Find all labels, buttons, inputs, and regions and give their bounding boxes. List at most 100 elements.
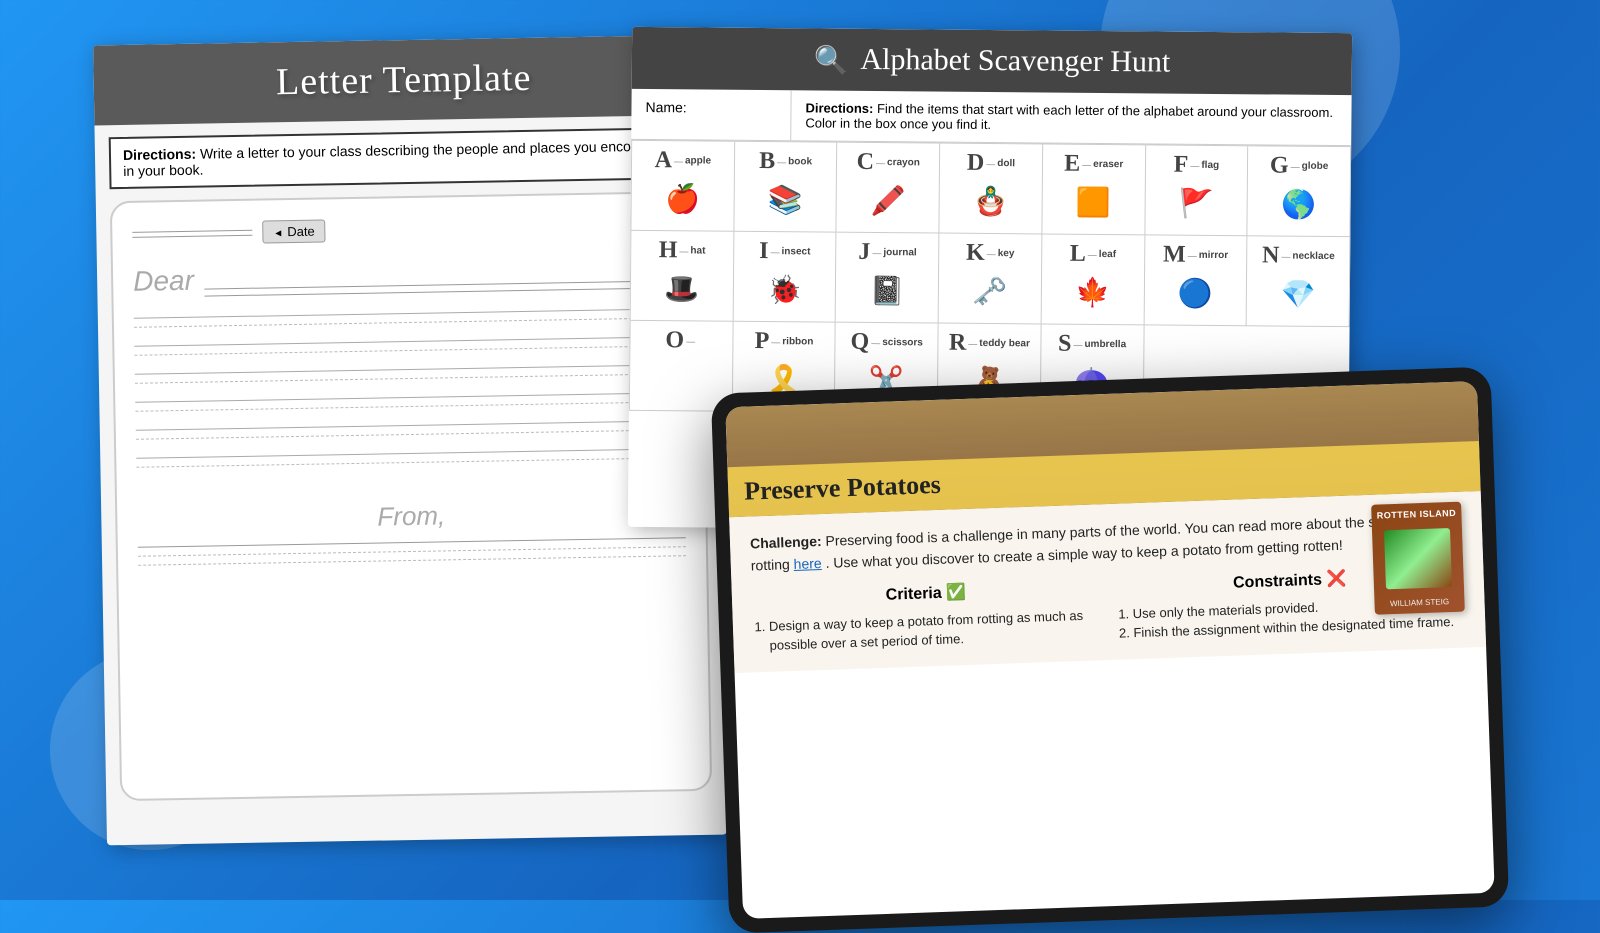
big-letter: R bbox=[949, 330, 967, 357]
dear-underline-2 bbox=[204, 287, 681, 296]
date-line-2 bbox=[132, 234, 252, 237]
item-icon: 🟧 bbox=[1076, 186, 1111, 219]
alpha-letter-row: B — book bbox=[759, 148, 812, 175]
scavenger-directions-label: Directions: bbox=[805, 100, 873, 116]
letter-directions: Directions: Write a letter to your class… bbox=[109, 127, 702, 189]
letter-template-header: Letter Template bbox=[93, 35, 714, 126]
alpha-letter-row: L — leaf bbox=[1070, 241, 1116, 268]
dear-line: Dear bbox=[133, 256, 681, 298]
item-name: scissors bbox=[882, 337, 923, 348]
item-name: eraser bbox=[1093, 159, 1123, 170]
scavenger-name-row: Name: Directions: Find the items that st… bbox=[631, 89, 1351, 146]
date-label: Date bbox=[262, 219, 326, 243]
big-letter: G bbox=[1270, 152, 1289, 179]
big-letter: M bbox=[1163, 242, 1186, 269]
book-author: WILLIAM STEIG bbox=[1390, 597, 1449, 608]
alpha-cell-C: C — crayon 🖍️ bbox=[837, 143, 941, 234]
big-letter: L bbox=[1070, 241, 1086, 268]
alpha-cell-O: O — bbox=[630, 321, 733, 412]
date-lines bbox=[132, 229, 252, 237]
alpha-letter-row: A — apple bbox=[655, 147, 712, 174]
alpha-letter-row: Q — scissors bbox=[850, 329, 922, 357]
item-icon: 📓 bbox=[870, 274, 905, 307]
letter-template-title: Letter Template bbox=[113, 53, 694, 107]
item-name: crayon bbox=[887, 157, 920, 168]
challenge-link[interactable]: here bbox=[793, 555, 822, 572]
item-icon: 🖍️ bbox=[870, 184, 905, 217]
alpha-letter-row: P — ribbon bbox=[755, 328, 814, 356]
challenge-label: Challenge: bbox=[750, 533, 822, 551]
writing-line-6 bbox=[136, 448, 684, 468]
alpha-letter-row: D — doll bbox=[967, 150, 1015, 177]
alpha-cell-G: G — globe 🌎 bbox=[1248, 146, 1352, 237]
big-letter: H bbox=[659, 237, 678, 264]
alpha-letter-row: C — crayon bbox=[857, 149, 920, 177]
date-line-1 bbox=[132, 229, 252, 232]
alpha-letter-row: H — hat bbox=[659, 237, 706, 264]
alpha-cell-M: M — mirror 🔵 bbox=[1144, 235, 1248, 326]
writing-line-5 bbox=[136, 420, 684, 440]
alpha-letter-row: E — eraser bbox=[1064, 151, 1123, 179]
big-letter: C bbox=[857, 149, 875, 176]
dear-text: Dear bbox=[133, 265, 194, 298]
tablet-device: Preserve Potatoes Challenge: Preserving … bbox=[711, 367, 1509, 933]
from-section: From, bbox=[137, 496, 686, 566]
item-name: book bbox=[788, 156, 812, 167]
scavenger-header: 🔍 Alphabet Scavenger Hunt bbox=[632, 27, 1353, 95]
writing-line-1 bbox=[134, 308, 682, 328]
letter-directions-text: Write a letter to your class describing … bbox=[123, 137, 678, 179]
item-name: journal bbox=[883, 247, 916, 258]
item-icon: 🪆 bbox=[973, 185, 1008, 218]
alpha-letter-row: F — flag bbox=[1174, 152, 1220, 179]
item-icon: 🔵 bbox=[1178, 277, 1213, 310]
writing-lines bbox=[134, 308, 685, 486]
criteria-list: Design a way to keep a potato from rotti… bbox=[753, 605, 1102, 656]
alpha-cell-H: H — hat 🎩 bbox=[631, 231, 734, 322]
big-letter: J bbox=[858, 239, 870, 266]
name-label: Name: bbox=[645, 99, 686, 115]
book-cover: ROTTEN ISLAND WILLIAM STEIG bbox=[1371, 502, 1465, 615]
item-name: leaf bbox=[1099, 249, 1116, 260]
big-letter: N bbox=[1262, 242, 1280, 269]
scavenger-directions-text: Find the items that start with each lett… bbox=[805, 101, 1333, 132]
item-icon: 🚩 bbox=[1179, 187, 1214, 220]
item-name: umbrella bbox=[1084, 339, 1126, 350]
item-name: globe bbox=[1302, 161, 1329, 172]
alpha-cell-A: A — apple 🍎 bbox=[631, 141, 734, 232]
big-letter: I bbox=[759, 238, 769, 265]
item-name: teddy bear bbox=[979, 338, 1030, 349]
item-name: apple bbox=[685, 155, 711, 166]
alpha-letter-row: R — teddy bear bbox=[949, 330, 1030, 358]
alpha-letter-row: G — globe bbox=[1270, 152, 1329, 180]
alpha-cell-L: L — leaf 🍁 bbox=[1041, 234, 1145, 325]
name-box: Name: bbox=[631, 89, 791, 140]
item-icon: 🌎 bbox=[1281, 188, 1316, 221]
writing-line-2 bbox=[134, 336, 682, 356]
big-letter: S bbox=[1058, 331, 1072, 358]
item-name: insect bbox=[781, 246, 810, 257]
item-icon: 📚 bbox=[768, 183, 803, 216]
letter-body: Date Dear bbox=[110, 191, 712, 801]
scavenger-hunt-title: Alphabet Scavenger Hunt bbox=[860, 43, 1170, 80]
alpha-cell-F: F — flag 🚩 bbox=[1145, 145, 1249, 236]
alpha-letter-row: M — mirror bbox=[1163, 242, 1228, 270]
book-image bbox=[1384, 528, 1452, 589]
item-name: mirror bbox=[1199, 250, 1229, 261]
criteria-box: Criteria ✅ Design a way to keep a potato… bbox=[752, 577, 1102, 656]
from-lines bbox=[138, 537, 686, 566]
writing-line-3 bbox=[135, 364, 683, 384]
alpha-letter-row: K — key bbox=[966, 240, 1015, 267]
big-letter: E bbox=[1064, 151, 1080, 178]
letter-directions-label: Directions: bbox=[123, 146, 196, 163]
criteria-title: Criteria ✅ bbox=[752, 577, 1100, 609]
alpha-letter-row: N — necklace bbox=[1262, 242, 1335, 270]
item-icon: 🍎 bbox=[665, 182, 700, 215]
alpha-letter-row: S — umbrella bbox=[1058, 331, 1126, 359]
item-name: necklace bbox=[1292, 251, 1334, 262]
alpha-cell-B: B — book 📚 bbox=[734, 142, 838, 233]
alpha-cell-J: J — journal 📓 bbox=[836, 233, 940, 324]
item-icon: 🍁 bbox=[1075, 276, 1110, 309]
item-name: doll bbox=[997, 158, 1015, 169]
big-letter: O bbox=[665, 327, 684, 354]
big-letter: Q bbox=[850, 329, 869, 356]
